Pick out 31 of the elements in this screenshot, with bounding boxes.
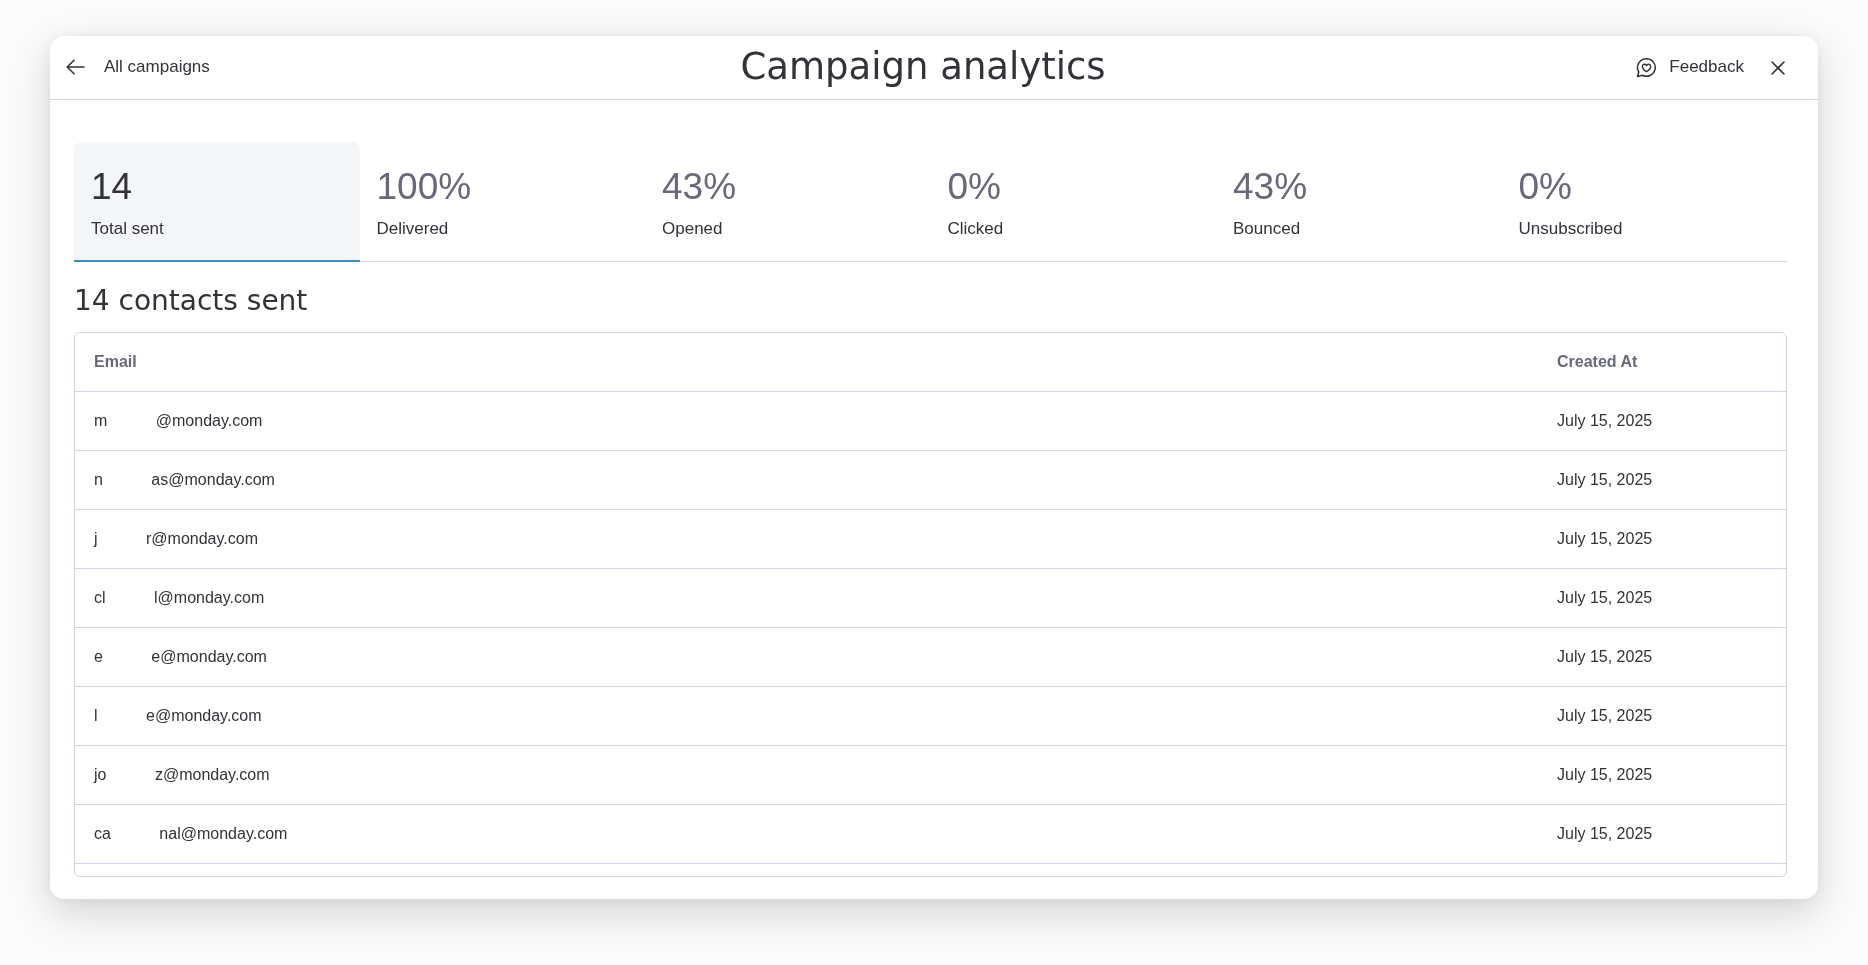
table-cell: ca nal@monday.com — [75, 804, 1538, 864]
stat-tab[interactable]: 43% Opened — [645, 142, 931, 262]
stat-tab[interactable]: 0% Clicked — [930, 142, 1216, 262]
table-cell: July 15, 2025 — [1538, 627, 1786, 687]
stat-tab[interactable]: 100% Delivered — [359, 142, 645, 262]
table-cell: l e@monday.com — [75, 686, 1538, 746]
stat-tab[interactable]: 43% Bounced — [1216, 142, 1502, 262]
table-cell: July 15, 2025 — [1538, 804, 1786, 864]
table-cell: July 15, 2025 — [1538, 568, 1786, 628]
section-title: 14 contacts sent — [74, 284, 308, 318]
table-cell: July 15, 2025 — [1538, 391, 1786, 451]
feedback-button[interactable]: Feedback — [1636, 53, 1744, 82]
table-cell: July 15, 2025 — [1538, 450, 1786, 510]
arrow-left-icon — [66, 59, 85, 76]
page-title: Campaign analytics — [739, 46, 1107, 89]
column-header: Email — [75, 332, 1538, 392]
column-header: Created At — [1538, 332, 1786, 392]
table-cell: cl l@monday.com — [75, 568, 1538, 628]
table-cell: jo z@monday.com — [75, 745, 1538, 805]
stat-tab[interactable]: 14 Total sent — [74, 142, 360, 262]
table-cell: n as@monday.com — [75, 450, 1538, 510]
table-cell: j r@monday.com — [75, 509, 1538, 569]
stat-tab[interactable]: 0% Unsubscribed — [1501, 142, 1787, 262]
chat-heart-icon — [1636, 57, 1658, 78]
back-button[interactable]: All campaigns — [66, 53, 210, 82]
table-cell: m @monday.com — [75, 391, 1538, 451]
table-cell: July 15, 2025 — [1538, 745, 1786, 805]
close-icon — [1771, 60, 1785, 75]
table-cell: July 15, 2025 — [1538, 509, 1786, 569]
table-cell: e e@monday.com — [75, 627, 1538, 687]
table-cell: July 15, 2025 — [1538, 686, 1786, 746]
